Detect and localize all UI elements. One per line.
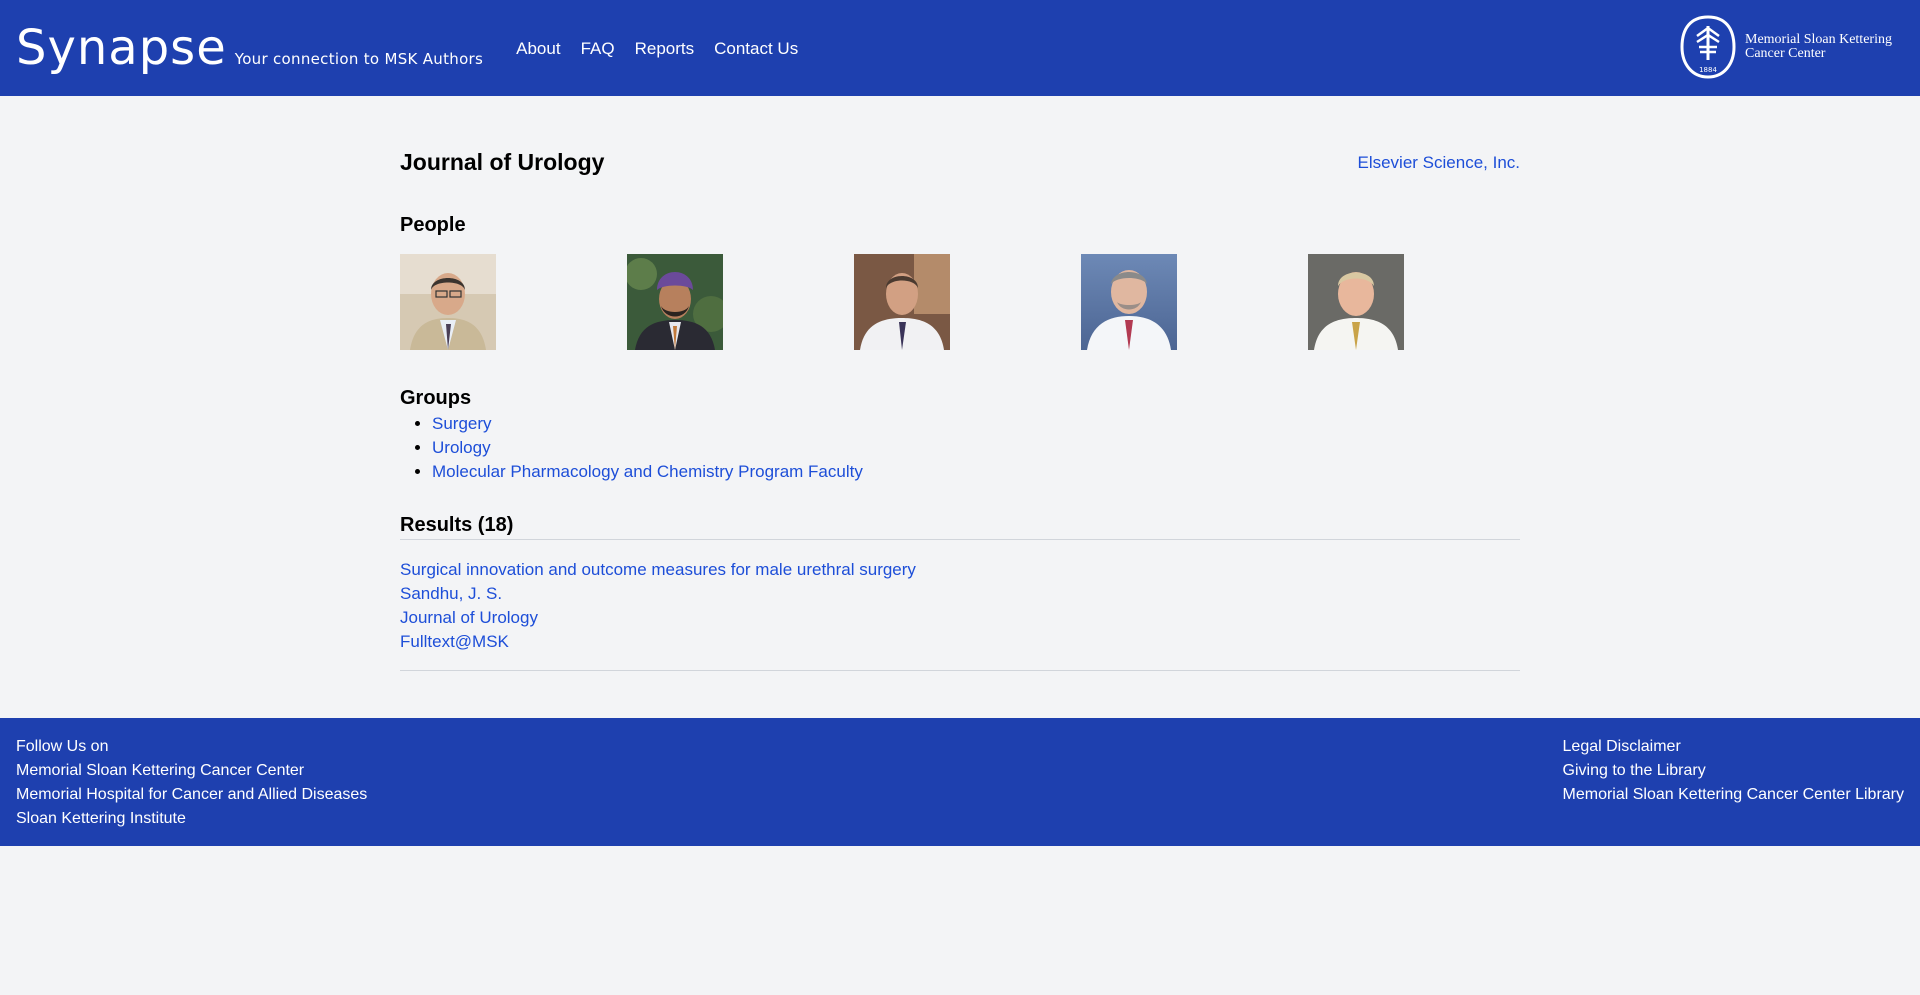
group-item: Surgery (432, 412, 1520, 436)
groups-heading: Groups (400, 387, 472, 409)
site-footer: Follow Us on Memorial Sloan Kettering Ca… (0, 718, 1920, 846)
msk-logo[interactable]: 1884 Memorial Sloan Kettering Cancer Cen… (1679, 14, 1895, 80)
page-title: Journal of Urology (400, 149, 605, 175)
group-link-molecular-pharmacology[interactable]: Molecular Pharmacology and Chemistry Pro… (432, 462, 863, 481)
footer-link-memorial-hospital[interactable]: Memorial Hospital for Cancer and Allied … (16, 783, 367, 807)
msk-logo-icon: 1884 (1680, 15, 1736, 79)
brand-name[interactable]: Synapse (16, 24, 227, 72)
main-nav: About FAQ Reports Contact Us (516, 39, 798, 59)
footer-right: Legal Disclaimer Giving to the Library M… (1563, 735, 1904, 829)
nav-about[interactable]: About (516, 39, 560, 59)
follow-us-label: Follow Us on (16, 738, 109, 755)
result-author-link[interactable]: Sandhu, J. S. (400, 582, 1520, 606)
brand-tagline: Your connection to MSK Authors (234, 50, 484, 68)
footer-link-mskcc[interactable]: Memorial Sloan Kettering Cancer Center (16, 759, 367, 783)
person-avatar-1[interactable] (400, 254, 496, 350)
publisher-link[interactable]: Elsevier Science, Inc. (1357, 153, 1520, 173)
logo-year: 1884 (1699, 66, 1717, 74)
result-fulltext-link[interactable]: Fulltext@MSK (400, 630, 1520, 654)
group-link-surgery[interactable]: Surgery (432, 414, 492, 433)
person-avatar-3[interactable] (854, 254, 950, 350)
person-avatar-4[interactable] (1081, 254, 1177, 350)
person-avatar-2[interactable] (627, 254, 723, 350)
site-header: Synapse Your connection to MSK Authors A… (0, 0, 1920, 96)
footer-link-legal[interactable]: Legal Disclaimer (1563, 735, 1904, 759)
nav-faq[interactable]: FAQ (581, 39, 615, 59)
person-avatar-5[interactable] (1308, 254, 1404, 350)
groups-list: Surgery Urology Molecular Pharmacology a… (432, 412, 1520, 484)
result-title-link[interactable]: Surgical innovation and outcome measures… (400, 558, 1520, 582)
logo-text: Memorial Sloan Kettering Cancer Center (1745, 32, 1892, 61)
result-item: Surgical innovation and outcome measures… (400, 540, 1520, 671)
people-list (400, 254, 1520, 350)
main-content: Journal of Urology Elsevier Science, Inc… (400, 96, 1520, 671)
brand[interactable]: Synapse Your connection to MSK Authors (16, 24, 483, 72)
footer-link-ski[interactable]: Sloan Kettering Institute (16, 807, 367, 831)
group-item: Molecular Pharmacology and Chemistry Pro… (432, 460, 1520, 484)
nav-contact-us[interactable]: Contact Us (714, 39, 798, 59)
footer-link-giving[interactable]: Giving to the Library (1563, 759, 1904, 783)
footer-left: Follow Us on Memorial Sloan Kettering Ca… (16, 735, 367, 829)
group-item: Urology (432, 436, 1520, 460)
people-heading: People (400, 214, 466, 236)
footer-link-library[interactable]: Memorial Sloan Kettering Cancer Center L… (1563, 783, 1904, 807)
results-heading: Results (18) (400, 514, 1520, 540)
nav-reports[interactable]: Reports (635, 39, 695, 59)
result-journal-link[interactable]: Journal of Urology (400, 606, 1520, 630)
title-row: Journal of Urology Elsevier Science, Inc… (400, 149, 1520, 176)
group-link-urology[interactable]: Urology (432, 438, 491, 457)
